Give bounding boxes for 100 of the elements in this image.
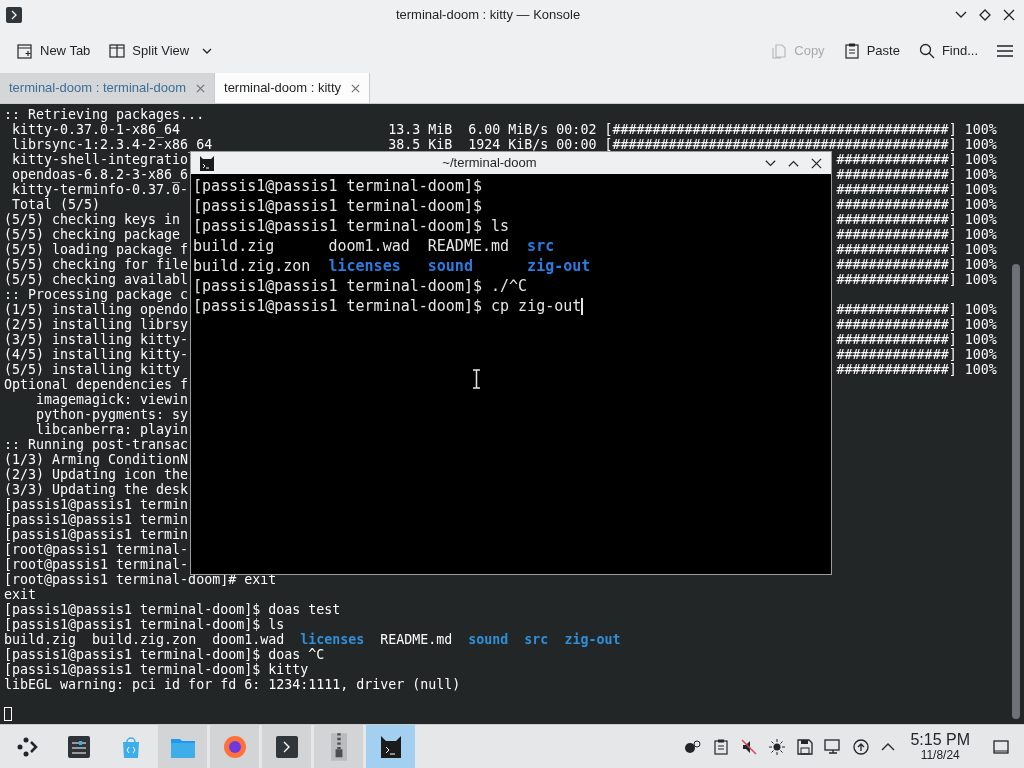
network-icon[interactable]: [684, 737, 703, 756]
terminal-line: (5/5) checking for file: [4, 257, 189, 272]
terminal-line: [root@passis1 terminal-: [4, 542, 189, 557]
terminal-line: [passis1@passis1 terminal-doom]$ kitty: [4, 662, 309, 677]
terminal-line: [passis1@passis1 termin: [4, 527, 189, 542]
window-title: ~/terminal-doom: [442, 154, 537, 173]
file-name: doom1.wad: [212, 632, 285, 647]
terminal-line: kitty-0.37.0-1-x86_64: [11, 122, 181, 137]
terminal-line: Optional dependencies f: [4, 377, 189, 392]
progress-text: ##############] 100%: [836, 257, 997, 272]
terminal-line: (5/5) checking keys in: [4, 212, 181, 227]
split-view-button[interactable]: Split View: [102, 36, 196, 66]
clock-time[interactable]: 5:15 PM: [910, 732, 970, 748]
text-cursor: [4, 707, 12, 721]
terminal-line: [passis1@passis1 termin: [4, 512, 189, 527]
terminal-line: (2/5) installing librsy: [4, 317, 189, 332]
terminal-line: [root@passis1 terminal-doom]# exit: [4, 572, 277, 587]
tab[interactable]: terminal-doom : terminal-doom: [0, 73, 215, 103]
terminal-line: [passis1@passis1 terminal-doom]$ cp zig-out: [193, 296, 582, 316]
menu-icon[interactable]: [996, 42, 1014, 60]
terminal-line: [passis1@passis1 terminal-doom]$ doas test: [4, 602, 341, 617]
progress-text: 38.5 KiB 1924 KiB/s 00:00 [##########################################] 100%: [388, 137, 997, 152]
file-name: build.zig: [4, 632, 77, 647]
directory-name: sound: [468, 632, 509, 647]
directory-name: zig-out: [564, 632, 621, 647]
terminal-line: exit: [4, 587, 37, 602]
terminal-line: [passis1@passis1 terminal-doom]$: [193, 176, 482, 196]
terminal-line: [passis1@passis1 terminal-doom]$: [193, 196, 482, 216]
terminal-line: kitty-shell-integratio: [11, 152, 189, 167]
zipper-icon: [330, 732, 347, 761]
taskbar-app[interactable]: [314, 725, 363, 768]
terminal-line: opendoas-6.8.2-3-x86_6: [11, 167, 189, 182]
maximize-icon[interactable]: [978, 7, 992, 22]
file-name: README.md: [380, 632, 453, 647]
progress-text: ##############] 100%: [836, 242, 997, 257]
terminal-line: (5/5) loading package f: [4, 242, 189, 257]
terminal-line: (3/5) installing kitty-: [4, 332, 189, 347]
search-icon: [917, 42, 936, 60]
terminal-line: (4/5) installing kitty-: [4, 347, 189, 362]
close-icon[interactable]: [1002, 7, 1016, 22]
cat-terminal-icon: [199, 154, 215, 172]
progress-text: ##############] 100%: [836, 317, 997, 332]
progress-text: 13.3 MiB 6.00 MiB/s 00:02 [##########################################] 100%: [388, 122, 997, 137]
progress-text: ##############] 100%: [836, 302, 997, 317]
terminal-line: (1/3) Arming ConditionN: [4, 452, 189, 467]
paste-button[interactable]: Paste: [836, 36, 906, 66]
file-name: README.md: [427, 237, 510, 255]
terminal-line: python-pygments: sy: [35, 407, 189, 422]
window-title: terminal-doom : kitty — Konsole: [395, 5, 581, 24]
progress-text: ##############] 100%: [836, 272, 997, 287]
tab[interactable]: terminal-doom : kitty: [215, 73, 371, 103]
terminal-line: (5/5) checking availabl: [4, 272, 189, 287]
terminal-line: [root@passis1 terminal-: [4, 557, 189, 572]
terminal-line: [passis1@passis1 terminal-doom]$ ls: [4, 617, 285, 632]
terminal-line: (5/5) installing kitty: [4, 362, 181, 377]
terminal-line: libEGL warning: pci id for fd 6: 1234:1111, driver (null): [4, 677, 461, 692]
progress-text: ##############] 100%: [836, 197, 997, 212]
i-beam-cursor-icon: [472, 369, 481, 389]
terminal-line: :: Retrieving packages...: [4, 107, 205, 122]
terminal-line: librsync-1:2.3.4-2-x86_64: [11, 137, 213, 152]
progress-text: ##############] 100%: [836, 152, 997, 167]
split-view-icon: [108, 42, 127, 60]
file-name: build.zig.zon: [193, 257, 311, 275]
directory-name: src: [527, 237, 555, 255]
new-tab-button[interactable]: New Tab: [10, 36, 97, 66]
clipboard-icon: [842, 42, 861, 60]
brightness-icon[interactable]: [768, 737, 787, 756]
progress-text: ##############] 100%: [836, 227, 997, 242]
directory-name: licenses: [300, 632, 365, 647]
find-button[interactable]: Find...: [911, 36, 984, 66]
taskbar-app[interactable]: [366, 725, 415, 768]
clock-date[interactable]: 11/8/24: [920, 749, 960, 761]
close-icon[interactable]: [810, 156, 823, 170]
muted-speaker-icon[interactable]: [740, 737, 759, 756]
terminal-line: kitty-terminfo-0.37.0-: [11, 182, 189, 197]
terminal-line: (5/5) checking package: [4, 227, 181, 242]
scrollbar-thumb[interactable]: [1012, 264, 1020, 719]
directory-name: licenses: [328, 257, 401, 275]
terminal-line: (3/3) Updating the desk: [4, 482, 189, 497]
terminal-line: (1/5) installing opendo: [4, 302, 189, 317]
terminal-line: libcanberra: playin: [35, 422, 189, 437]
update-icon[interactable]: [852, 737, 871, 756]
new-tab-icon: [16, 42, 34, 60]
terminal-line: [passis1@passis1 terminal-doom]$ ./^C: [193, 276, 528, 296]
progress-text: ##############] 100%: [836, 347, 997, 362]
file-name: build.zig.zon: [92, 632, 197, 647]
terminal-line: [passis1@passis1 terminal-doom]$ ls: [193, 216, 510, 236]
taskbar-app[interactable]: [262, 725, 311, 768]
progress-text: ##############] 100%: [836, 332, 997, 347]
terminal-line: imagemagick: viewin: [35, 392, 189, 407]
terminal-app-icon: [6, 6, 22, 23]
terminal-line: :: Running post-transac: [4, 437, 189, 452]
terminal-line: [passis1@passis1 terminal-doom]$ doas ^C: [4, 647, 325, 662]
progress-text: ##############] 100%: [836, 212, 997, 227]
progress-text: ##############] 100%: [836, 362, 997, 377]
directory-name: zig-out: [527, 257, 591, 275]
terminal-line: :: Processing package c: [4, 287, 189, 302]
show-desktop-icon[interactable]: [992, 737, 1010, 756]
monitor-icon[interactable]: [824, 737, 843, 756]
clipboard-icon[interactable]: [712, 737, 731, 756]
